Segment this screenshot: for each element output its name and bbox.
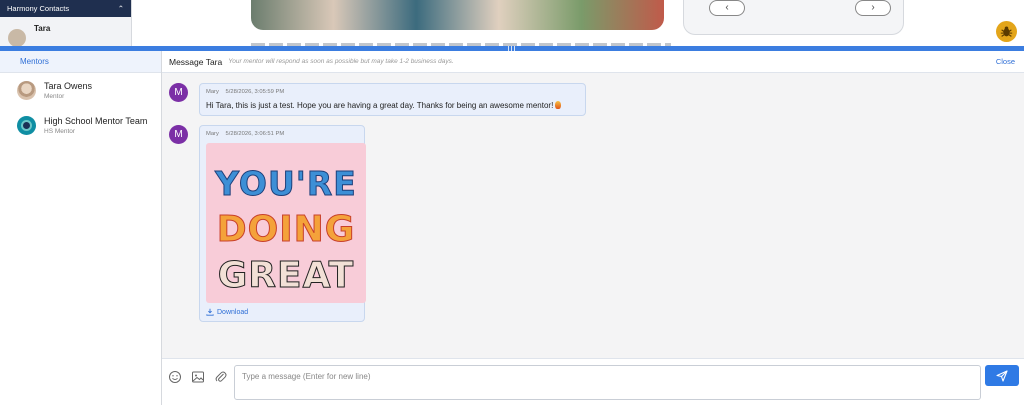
mentor-role: HS Mentor (44, 128, 76, 135)
sticker-line-1: YOU'RE (214, 164, 357, 203)
close-button[interactable]: Close (996, 51, 1015, 73)
message-composer (162, 358, 1024, 405)
bug-report-icon[interactable] (996, 21, 1017, 42)
message-meta: Mary 5/28/2026, 3:06:51 PM (206, 131, 358, 137)
mentors-sidebar: Mentors Tara Owens Mentor High School Me… (0, 51, 162, 405)
message-sender: Mary (206, 89, 219, 95)
sidebar-item-tara-owens[interactable]: Tara Owens Mentor (0, 73, 161, 108)
mentor-role: Mentor (44, 93, 65, 100)
avatar (8, 29, 26, 47)
contacts-header-label: Harmony Contacts (7, 4, 70, 13)
carousel-card: ‹ › (683, 0, 904, 35)
mentor-name: Tara Owens (44, 81, 93, 91)
message-meta: Mary 5/28/2026, 3:05:59 PM (206, 89, 579, 95)
message-timestamp: 5/28/2026, 3:06:51 PM (225, 131, 285, 137)
logo-avatar (17, 116, 36, 135)
download-link[interactable]: Download (206, 308, 358, 316)
send-icon (996, 369, 1008, 382)
messaging-panel: Mentors Tara Owens Mentor High School Me… (0, 51, 1024, 405)
contact-name: Tara (34, 23, 51, 33)
message-item: M Mary 5/28/2026, 3:06:51 PM YOU'RE DOIN… (169, 125, 366, 322)
sidebar-item-hs-mentor-team[interactable]: High School Mentor Team HS Mentor (0, 108, 161, 143)
message-timestamp: 5/28/2026, 3:05:59 PM (225, 89, 285, 95)
response-time-note: Your mentor will respond as soon as poss… (228, 58, 454, 65)
chat-title: Message Tara (169, 56, 223, 67)
sticker-line-3: GREAT (218, 255, 354, 296)
sticker-image[interactable]: YOU'RE DOING GREAT (206, 143, 366, 303)
photo-avatar (17, 81, 36, 100)
sender-avatar: M (169, 125, 188, 144)
mentor-name: High School Mentor Team (44, 116, 148, 126)
fire-emoji-icon (555, 101, 562, 109)
sidebar-header: Mentors (0, 51, 161, 73)
download-icon (206, 308, 214, 316)
attachment-icon[interactable] (214, 370, 228, 384)
message-list[interactable]: M Mary 5/28/2026, 3:05:59 PM Hi Tara, th… (162, 73, 1024, 358)
chat-header: Message Tara Your mentor will respond as… (162, 51, 1024, 73)
emoji-icon[interactable] (168, 370, 182, 384)
contacts-header[interactable]: Harmony Contacts ⌃ (0, 0, 131, 17)
contacts-panel: Harmony Contacts ⌃ Tara (0, 0, 132, 48)
message-bubble: Mary 5/28/2026, 3:06:51 PM YOU'RE DOING … (199, 125, 366, 322)
message-bubble: Mary 5/28/2026, 3:05:59 PM Hi Tara, this… (199, 83, 586, 116)
message-sender: Mary (206, 131, 219, 137)
chat-area: Message Tara Your mentor will respond as… (162, 51, 1024, 405)
message-item: M Mary 5/28/2026, 3:05:59 PM Hi Tara, th… (169, 83, 586, 116)
sticker-artwork: YOU'RE DOING GREAT (214, 164, 357, 297)
background-page: Harmony Contacts ⌃ Tara ‹ › (0, 0, 1024, 48)
message-input[interactable] (234, 365, 981, 400)
send-button[interactable] (985, 365, 1019, 386)
sender-avatar: M (169, 83, 188, 102)
contact-item-tara[interactable]: Tara (0, 17, 131, 47)
carousel-next-button[interactable]: › (855, 0, 891, 16)
hero-photo (251, 0, 664, 30)
download-label: Download (217, 308, 249, 316)
message-text: Hi Tara, this is just a test. Hope you a… (206, 101, 554, 110)
chevron-up-icon[interactable]: ⌃ (118, 4, 124, 13)
sticker-line-2: DOING (217, 209, 356, 250)
image-icon[interactable] (191, 370, 205, 384)
carousel-prev-button[interactable]: ‹ (709, 0, 745, 16)
